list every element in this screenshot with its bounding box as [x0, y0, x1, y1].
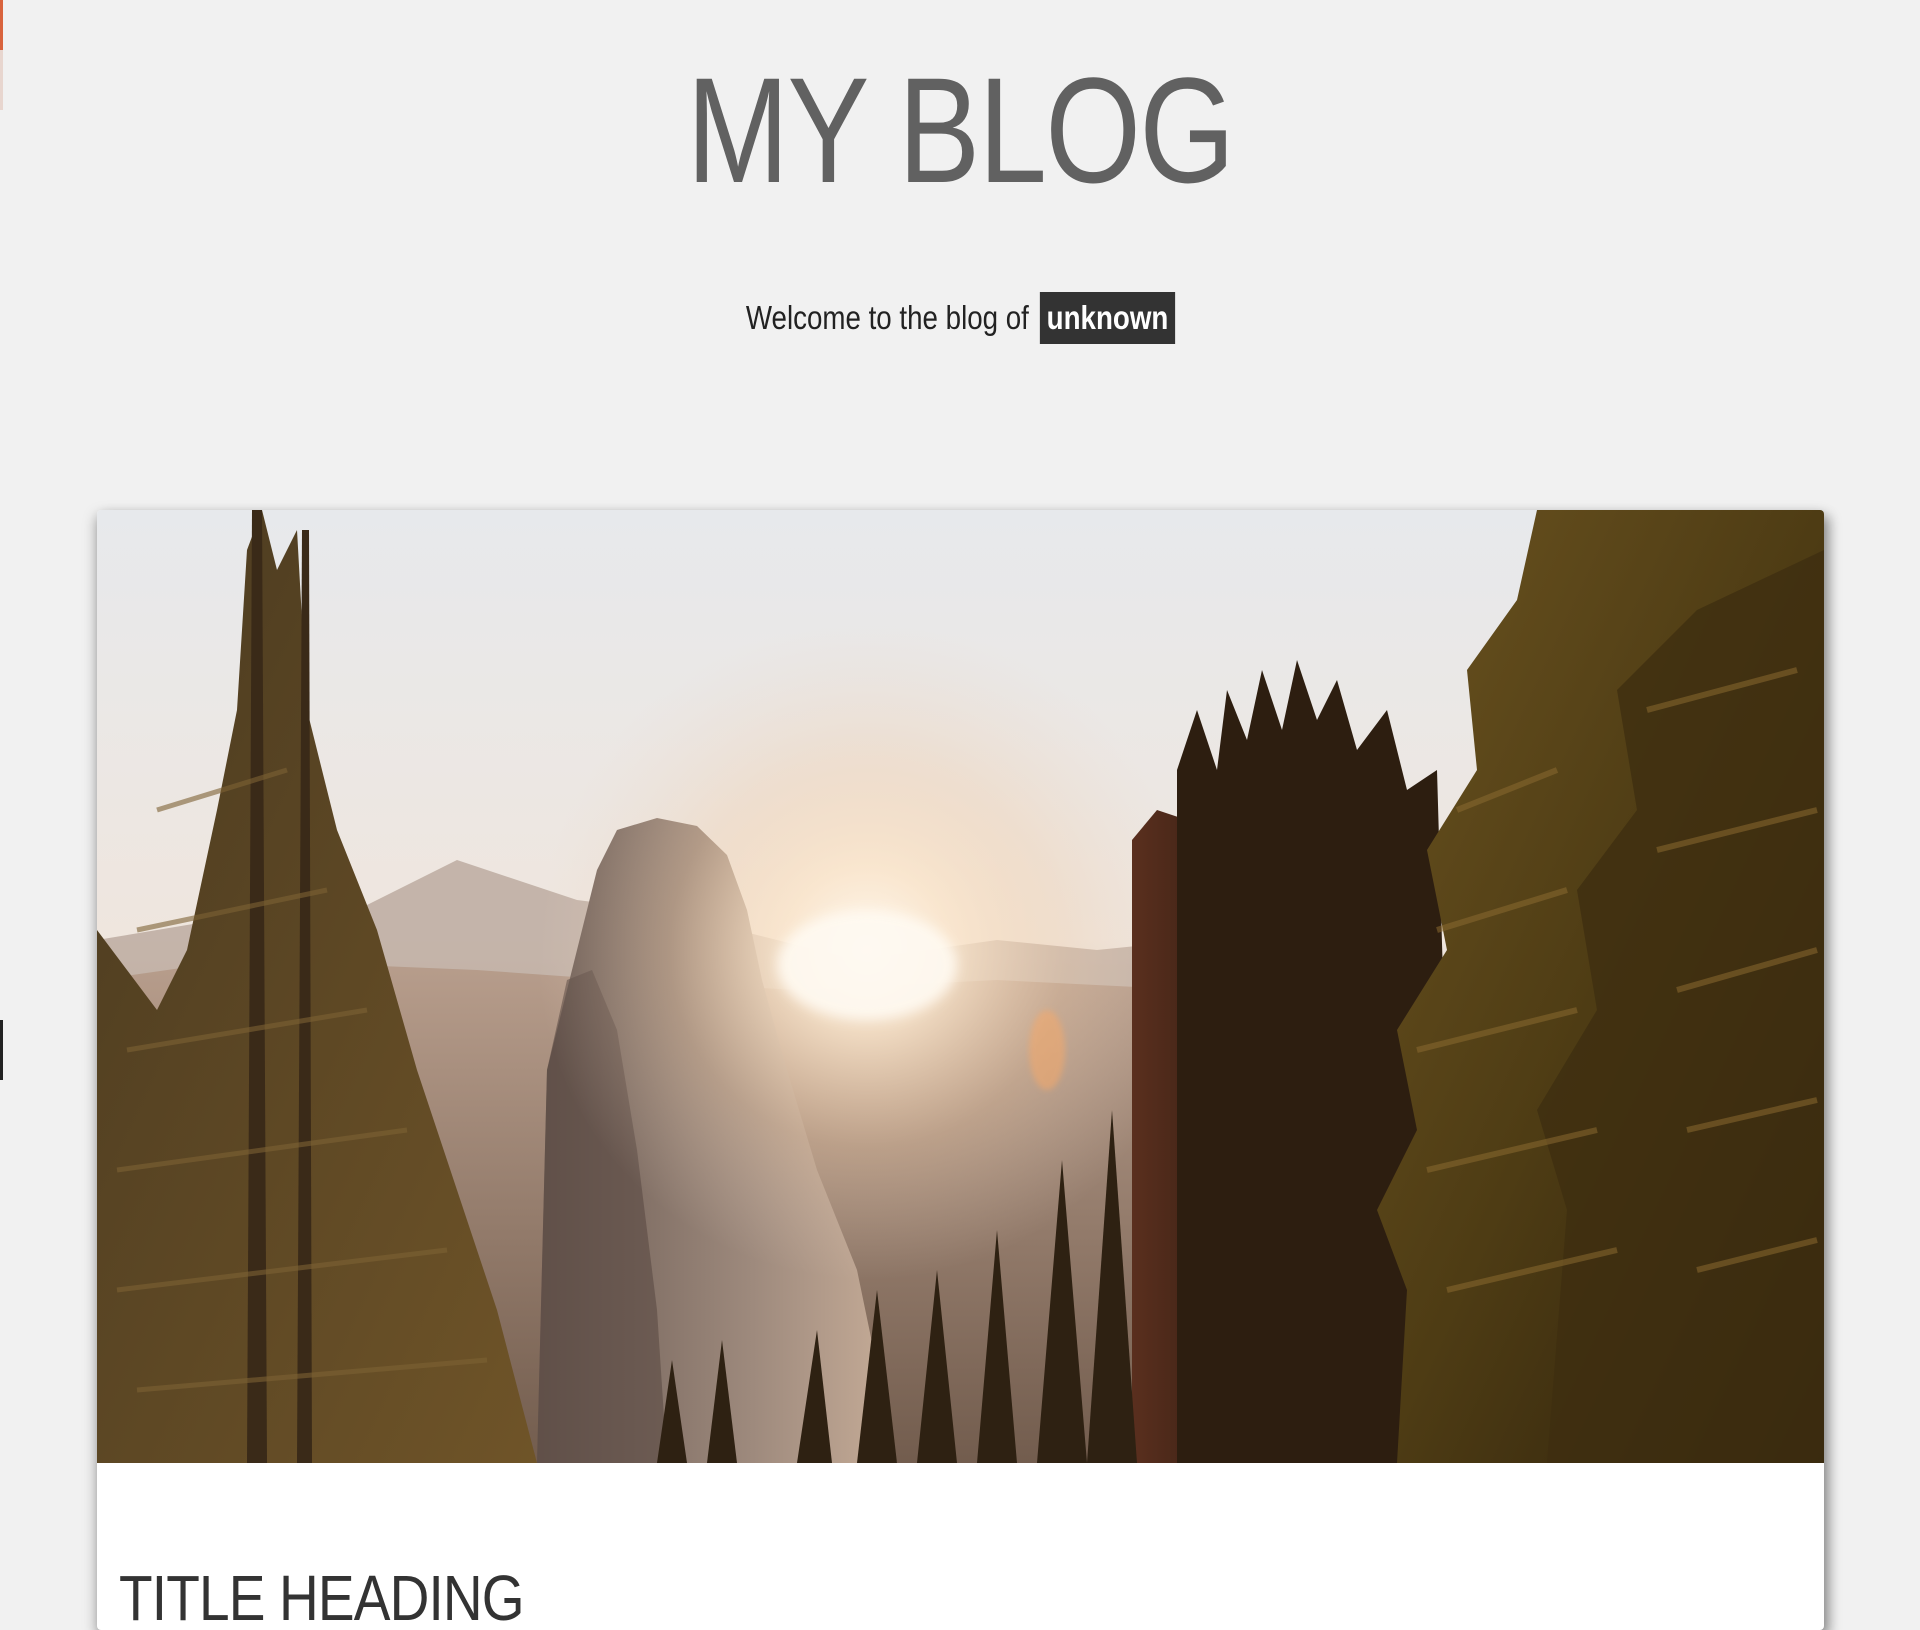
edge-artifact-top: [0, 0, 3, 110]
welcome-text: Welcome to the blog of: [745, 299, 1029, 336]
post-hero-image[interactable]: [97, 510, 1824, 1463]
welcome-line: Welcome to the blog of unknown: [0, 292, 1920, 344]
post-title[interactable]: TITLE HEADING: [119, 1558, 525, 1630]
blog-title: MY BLOG: [686, 46, 1235, 214]
welcome-wrapper: Welcome to the blog of unknown: [745, 292, 1175, 344]
author-badge: unknown: [1039, 292, 1175, 344]
edge-artifact-middle: [0, 1020, 3, 1080]
hero-image-illustration: [97, 510, 1824, 1463]
blog-post-card: TITLE HEADING: [97, 510, 1824, 1630]
page: MY BLOG Welcome to the blog of unknown T…: [0, 0, 1920, 1630]
